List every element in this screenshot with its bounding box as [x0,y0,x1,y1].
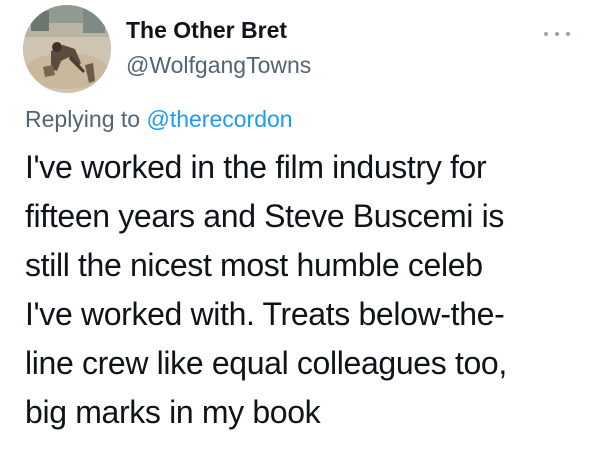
avatar-photo [23,5,111,93]
display-name[interactable]: The Other Bret [126,17,287,44]
more-dot [555,32,559,36]
tweet-text-line: big marks in my book [25,394,321,430]
avatar[interactable] [23,5,111,93]
tweet-text-line: fifteen years and Steve Buscemi is [25,198,505,234]
tweet-text-line: line crew like equal colleagues too, [25,345,507,381]
tweet-card: The Other Bret @WolfgangTowns Replying t… [0,0,599,466]
tweet-text-line: I've worked with. Treats below-the- [25,296,505,332]
reply-mention-link[interactable]: @therecordon [146,106,292,132]
more-options-icon[interactable] [544,28,570,40]
user-handle[interactable]: @WolfgangTowns [126,52,311,79]
tweet-text-line: still the nicest most humble celeb [25,247,483,283]
replying-to-label: Replying to [25,106,141,132]
replying-to: Replying to @therecordon [25,106,293,133]
more-dot [566,32,570,36]
tweet-text: I've worked in the film industry for fif… [25,143,597,437]
more-dot [544,32,548,36]
tweet-text-line: I've worked in the film industry for [25,149,487,185]
